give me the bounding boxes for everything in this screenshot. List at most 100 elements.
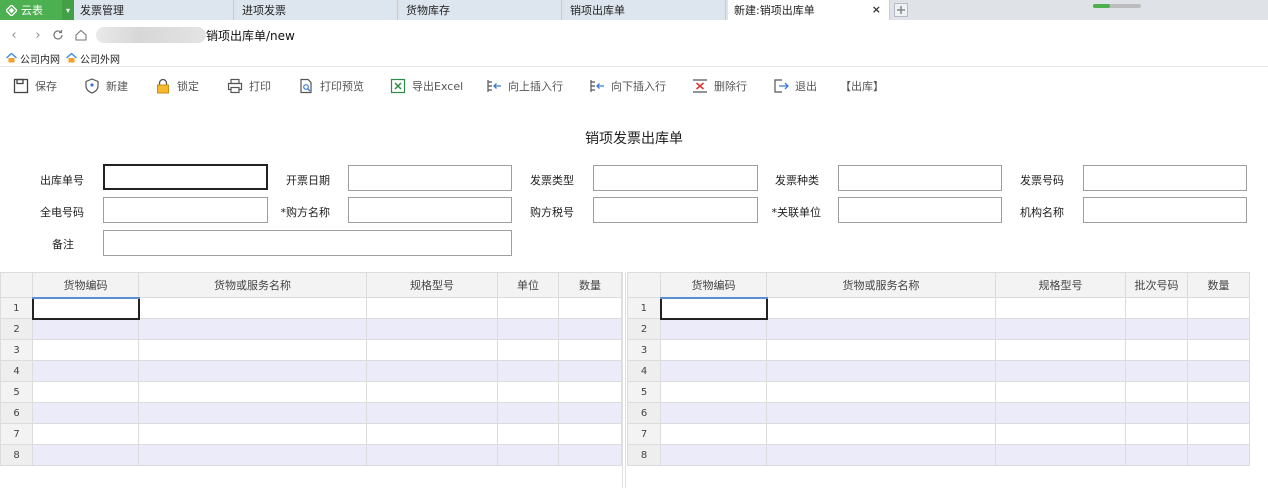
- tab-input-invoice[interactable]: 进项发票: [236, 0, 398, 20]
- column-header-unit[interactable]: 单位: [497, 272, 559, 298]
- grid-cell[interactable]: [766, 381, 996, 403]
- tab-sales-outbound[interactable]: 销项出库单: [564, 0, 726, 20]
- grid-cell[interactable]: [497, 444, 559, 466]
- grid-cell[interactable]: [766, 339, 996, 361]
- grid-cell[interactable]: [659, 296, 768, 320]
- grid-cell[interactable]: [366, 402, 498, 424]
- grid-cell[interactable]: [366, 360, 498, 382]
- grid-cell[interactable]: [497, 318, 559, 340]
- grid-cell[interactable]: [660, 381, 767, 403]
- grid-cell[interactable]: [1125, 297, 1188, 319]
- full-e-number-input[interactable]: [103, 197, 268, 223]
- row-number[interactable]: 8: [627, 444, 661, 466]
- buyer-name-input[interactable]: [348, 197, 512, 223]
- grid-cell[interactable]: [1187, 297, 1250, 319]
- insert-row-below-button[interactable]: 向下插入行: [589, 77, 666, 95]
- grid-cell[interactable]: [995, 339, 1126, 361]
- grid-cell[interactable]: [497, 339, 559, 361]
- grid-cell[interactable]: [558, 360, 622, 382]
- home-icon[interactable]: [74, 27, 88, 43]
- grid-cell[interactable]: [1125, 423, 1188, 445]
- column-header-goods-name[interactable]: 货物或服务名称: [766, 272, 996, 298]
- grid-cell[interactable]: [558, 423, 622, 445]
- grid-cell[interactable]: [497, 402, 559, 424]
- grid-cell[interactable]: [1125, 402, 1188, 424]
- grid-cell[interactable]: [497, 297, 559, 319]
- grid-cell[interactable]: [1187, 381, 1250, 403]
- column-header-spec-model[interactable]: 规格型号: [995, 272, 1126, 298]
- grid-cell[interactable]: [366, 423, 498, 445]
- grid-cell[interactable]: [138, 381, 367, 403]
- print-preview-button[interactable]: 打印预览: [298, 77, 364, 95]
- out-no-input[interactable]: [103, 164, 268, 190]
- org-name-input[interactable]: [1083, 197, 1247, 223]
- column-header-quantity[interactable]: 数量: [558, 272, 622, 298]
- grid-corner[interactable]: [627, 272, 661, 298]
- reload-icon[interactable]: [51, 27, 65, 43]
- grid-cell[interactable]: [558, 318, 622, 340]
- grid-cell[interactable]: [766, 423, 996, 445]
- grid-cell[interactable]: [138, 339, 367, 361]
- insert-row-above-button[interactable]: 向上插入行: [486, 77, 563, 95]
- address-bar-url[interactable]: 销项出库单/new: [206, 27, 295, 44]
- exit-button[interactable]: 退出: [773, 77, 817, 95]
- grid-cell[interactable]: [766, 402, 996, 424]
- grid-cell[interactable]: [995, 360, 1126, 382]
- save-button[interactable]: 保存: [13, 77, 57, 95]
- grid-cell[interactable]: [138, 402, 367, 424]
- grid-cell[interactable]: [138, 360, 367, 382]
- grid-cell[interactable]: [1125, 444, 1188, 466]
- invoice-number-input[interactable]: [1083, 165, 1247, 191]
- grid-cell[interactable]: [138, 318, 367, 340]
- forward-icon[interactable]: ›: [31, 27, 45, 43]
- grid-cell[interactable]: [138, 423, 367, 445]
- export-excel-button[interactable]: 导出Excel: [390, 77, 463, 95]
- column-header-batch-number[interactable]: 批次号码: [1125, 272, 1188, 298]
- grid-corner[interactable]: [0, 272, 33, 298]
- grid-cell[interactable]: [32, 318, 139, 340]
- print-button[interactable]: 打印: [227, 77, 271, 95]
- grid-cell[interactable]: [32, 444, 139, 466]
- bookmark-intranet[interactable]: 公司内网: [6, 51, 60, 66]
- grid-cell[interactable]: [766, 360, 996, 382]
- grid-cell[interactable]: [32, 381, 139, 403]
- grid-cell[interactable]: [32, 402, 139, 424]
- grid-cell[interactable]: [32, 423, 139, 445]
- remark-input[interactable]: [103, 230, 512, 256]
- row-number[interactable]: 1: [0, 297, 33, 319]
- grid-cell[interactable]: [138, 444, 367, 466]
- invoice-kind-input[interactable]: [838, 165, 1002, 191]
- row-number[interactable]: 1: [627, 297, 661, 319]
- grid-cell[interactable]: [995, 423, 1126, 445]
- row-number[interactable]: 5: [0, 381, 33, 403]
- new-button[interactable]: 新建: [84, 77, 128, 95]
- back-icon[interactable]: ‹: [7, 27, 21, 43]
- grid-cell[interactable]: [995, 402, 1126, 424]
- grid-cell[interactable]: [558, 381, 622, 403]
- grid-cell[interactable]: [660, 402, 767, 424]
- lock-button[interactable]: 锁定: [155, 77, 199, 95]
- grid-cell[interactable]: [1187, 360, 1250, 382]
- column-header-quantity[interactable]: 数量: [1187, 272, 1250, 298]
- row-number[interactable]: 3: [627, 339, 661, 361]
- grid-cell[interactable]: [558, 444, 622, 466]
- grid-cell[interactable]: [1187, 444, 1250, 466]
- grid-cell[interactable]: [366, 297, 498, 319]
- invoice-date-input[interactable]: [348, 165, 512, 191]
- grid-splitter[interactable]: [622, 272, 626, 488]
- app-menu-dropdown-icon[interactable]: ▾: [62, 0, 74, 20]
- column-header-goods-name[interactable]: 货物或服务名称: [138, 272, 367, 298]
- grid-cell[interactable]: [1187, 339, 1250, 361]
- row-number[interactable]: 7: [627, 423, 661, 445]
- grid-cell[interactable]: [558, 297, 622, 319]
- column-header-goods-code[interactable]: 货物编码: [660, 272, 767, 299]
- grid-cell[interactable]: [1187, 402, 1250, 424]
- column-header-goods-code[interactable]: 货物编码: [32, 272, 139, 299]
- grid-cell[interactable]: [995, 318, 1126, 340]
- grid-cell[interactable]: [558, 339, 622, 361]
- row-number[interactable]: 6: [627, 402, 661, 424]
- row-number[interactable]: 5: [627, 381, 661, 403]
- tab-close-icon[interactable]: ×: [872, 3, 881, 16]
- tab-goods-inventory[interactable]: 货物库存: [400, 0, 562, 20]
- grid-cell[interactable]: [1187, 318, 1250, 340]
